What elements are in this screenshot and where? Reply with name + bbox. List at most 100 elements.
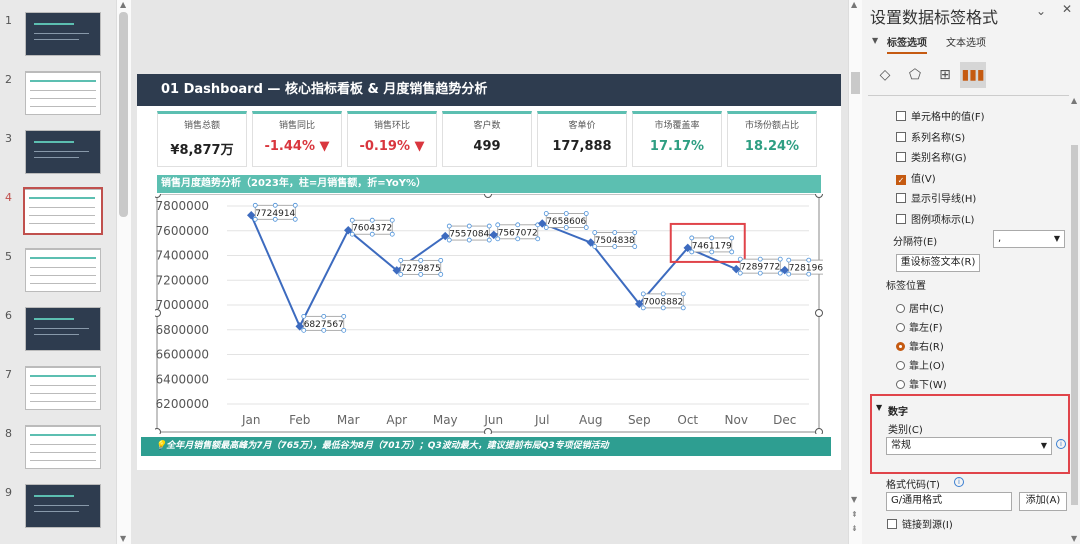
label-options-icon[interactable]: ▮▮▮ (960, 62, 986, 88)
slide-thumbnail[interactable]: 7 (0, 366, 116, 424)
label-handle (806, 257, 812, 263)
canvas-scroll-down-icon[interactable]: ▼ (851, 495, 857, 504)
prev-slide-icon[interactable]: ⇞ (851, 510, 858, 519)
label-handle (592, 230, 598, 235)
pane-divider (868, 95, 1076, 96)
checkbox-icon (896, 111, 906, 121)
data-label: 7461179 (692, 241, 732, 251)
tab-label-options[interactable]: 标签选项 (887, 34, 927, 54)
size-properties-icon[interactable]: ⊞ (932, 62, 958, 88)
y-tick-label: 7800000 (156, 199, 209, 213)
chart-resize-handle (815, 428, 823, 434)
label-position-radio[interactable]: 靠右(R) (896, 338, 944, 353)
kpi-card: 销售总额 ¥8,877万 (157, 111, 247, 167)
x-tick-label: Oct (677, 413, 698, 427)
data-label: 7281966 (789, 264, 823, 274)
link-source-checkbox[interactable]: 链接到源(I) (887, 516, 953, 531)
scroll-down-icon[interactable]: ▼ (120, 534, 126, 543)
label-position-radio[interactable]: 靠下(W) (896, 376, 947, 391)
category-select[interactable]: 常规 ▼ (886, 437, 1052, 455)
kpi-label: 市场份额占比 (744, 121, 799, 131)
option-label: 图例项标示(L) (911, 214, 975, 226)
separator-select[interactable]: , ▼ (993, 230, 1065, 248)
data-label: 7504838 (595, 236, 635, 246)
slide-thumbnail[interactable]: 9 (0, 484, 116, 542)
info-icon[interactable]: i (1056, 438, 1066, 449)
reset-label-text-button[interactable]: 重设标签文本(R) (896, 254, 980, 272)
thumbnail-number: 8 (5, 427, 12, 440)
pane-scroll-thumb[interactable] (1071, 145, 1078, 505)
slide-thumbnail[interactable]: 8 (0, 425, 116, 483)
option-checkbox[interactable]: 图例项标示(L) (896, 211, 974, 226)
slide-thumbnail[interactable]: 4 (0, 187, 116, 247)
slide-thumbnail[interactable]: 3 (0, 130, 116, 188)
data-label: 6827567 (304, 320, 344, 330)
thumbnail-preview (25, 12, 101, 56)
x-tick-label: Dec (773, 413, 796, 427)
add-button[interactable]: 添加(A) (1019, 492, 1067, 511)
checkbox-icon (896, 131, 906, 142)
label-position-radio[interactable]: 靠上(O) (896, 357, 945, 372)
pane-title: 设置数据标签格式 (870, 8, 999, 27)
label-handle (632, 230, 638, 235)
label-handle (680, 291, 686, 297)
label-position-radio[interactable]: 居中(C) (896, 300, 944, 315)
slide-thumbnail[interactable]: 2 (0, 71, 116, 129)
slide-thumbnail[interactable]: 5 (0, 248, 116, 306)
option-checkbox[interactable]: 系列名称(S) (896, 129, 965, 144)
thumbnail-preview (25, 130, 101, 174)
x-tick-label: May (433, 413, 458, 427)
thumbnail-preview (25, 71, 101, 115)
label-handle (612, 230, 618, 235)
label-position-heading: 标签位置 (886, 281, 926, 292)
thumbnail-number: 5 (5, 250, 12, 263)
label-handle (446, 223, 452, 229)
option-checkbox[interactable]: 显示引导线(H) (896, 190, 976, 205)
thumbnail-preview (25, 425, 101, 469)
slide-thumbnail[interactable]: 6 (0, 307, 116, 365)
option-checkbox[interactable]: 单元格中的值(F) (896, 108, 985, 123)
radio-icon (896, 323, 905, 332)
radio-icon (896, 304, 905, 313)
pane-scroll-down-icon[interactable]: ▼ (1071, 534, 1077, 543)
kpi-label: 客户数 (473, 121, 501, 131)
option-checkbox[interactable]: ✓ 值(V) (896, 170, 936, 185)
thumbnail-scroll-thumb[interactable] (119, 12, 128, 217)
number-section-title[interactable]: 数字 (888, 403, 908, 418)
info-icon[interactable]: i (954, 476, 964, 487)
tab-caret-icon: ▼ (872, 36, 879, 45)
label-handle (418, 257, 424, 263)
checkbox-icon (887, 519, 897, 529)
link-source-label: 链接到源(I) (902, 520, 953, 531)
tab-text-options[interactable]: 文本选项 (946, 34, 986, 49)
kpi-card: 销售环比 -0.19% ▼ (347, 111, 437, 167)
canvas-scroll-thumb[interactable] (851, 72, 860, 94)
label-handle (709, 235, 715, 241)
label-handle (737, 256, 743, 262)
option-checkbox[interactable]: 类别名称(G) (896, 149, 967, 164)
fill-line-icon[interactable]: ◇ (872, 62, 898, 88)
x-tick-label: Jun (483, 413, 503, 427)
line-chart[interactable]: 7800000 7600000 7400000 7200000 7000000 68000… (155, 194, 823, 434)
canvas-scroll-up-icon[interactable]: ▲ (851, 0, 857, 9)
category-value: 常规 (891, 440, 911, 451)
label-handle (660, 291, 666, 297)
scroll-up-icon[interactable]: ▲ (120, 0, 126, 9)
label-handle (398, 257, 404, 263)
chart-resize-handle (484, 194, 492, 198)
format-code-input[interactable]: G/通用格式 (886, 492, 1012, 511)
pane-collapse-icon[interactable]: ⌄ (1036, 4, 1046, 18)
chevron-down-icon: ▼ (1053, 234, 1060, 243)
slide-thumbnail[interactable]: 1 (0, 12, 116, 70)
label-handle (301, 313, 307, 319)
close-icon[interactable]: ✕ (1062, 2, 1072, 16)
y-tick-label: 7000000 (156, 298, 209, 312)
label-position-radio[interactable]: 靠左(F) (896, 319, 943, 334)
section-caret-icon[interactable]: ▼ (876, 403, 882, 412)
effects-icon[interactable]: ⬠ (902, 62, 928, 88)
next-slide-icon[interactable]: ⇟ (851, 524, 858, 533)
label-handle (486, 223, 492, 229)
option-label: 系列名称(S) (911, 132, 966, 144)
pane-scroll-up-icon[interactable]: ▲ (1071, 96, 1077, 105)
kpi-label: 销售同比 (278, 121, 315, 131)
